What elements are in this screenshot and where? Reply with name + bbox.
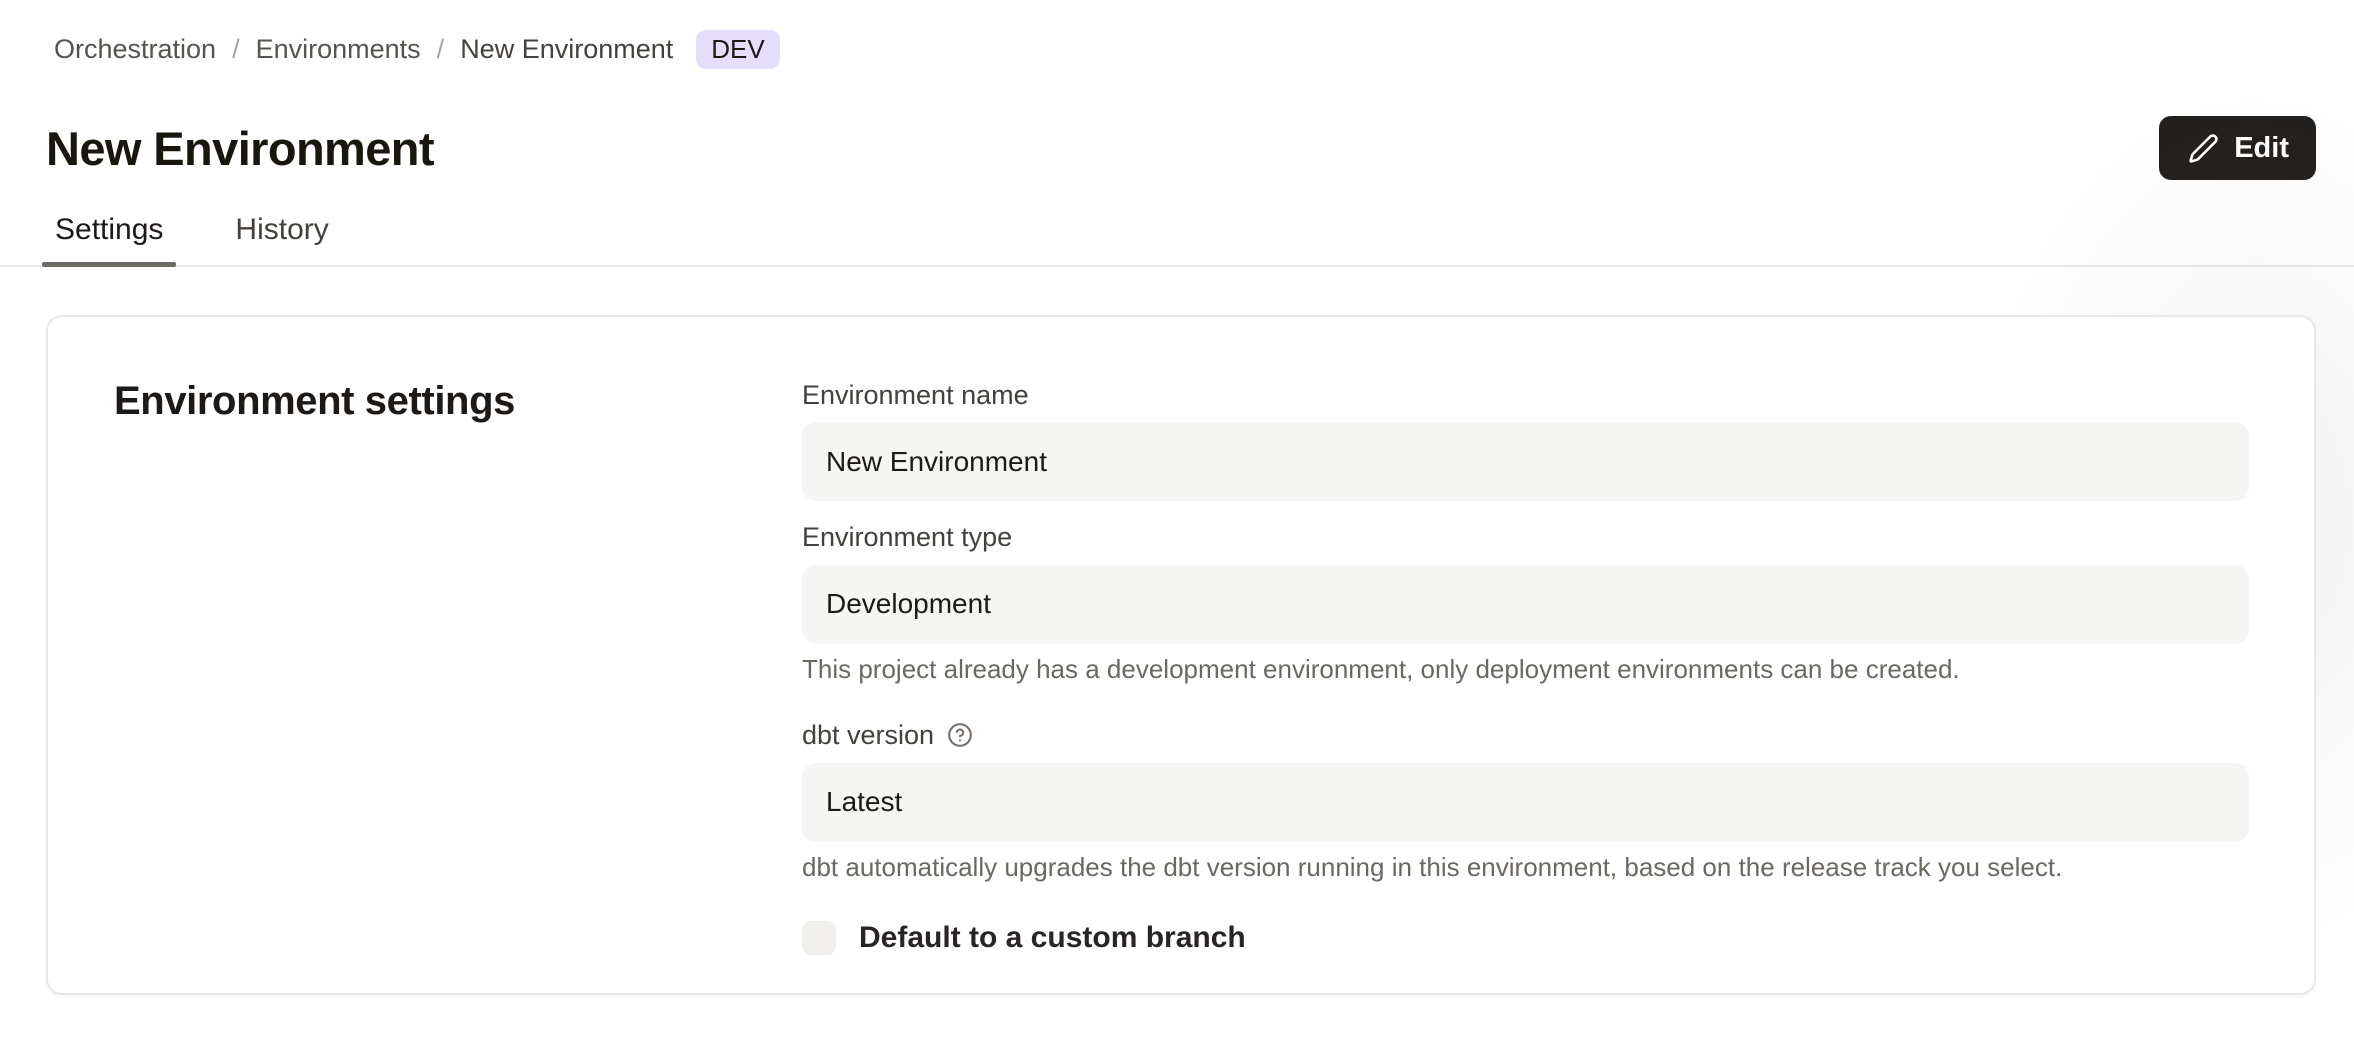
custom-branch-row: Default to a custom branch <box>802 921 2249 955</box>
dev-badge: DEV <box>696 30 779 69</box>
breadcrumb-separator: / <box>437 34 445 65</box>
field-environment-name: Environment name <box>802 379 2249 501</box>
pencil-icon <box>2188 133 2219 164</box>
environment-settings-card: Environment settings Environment name En… <box>46 315 2316 995</box>
dbt-version-helper-text: dbt automatically upgrades the dbt versi… <box>802 851 2249 884</box>
edit-button-label: Edit <box>2234 132 2289 165</box>
dbt-version-input[interactable] <box>802 763 2249 842</box>
environment-type-label: Environment type <box>802 521 2249 553</box>
dbt-version-label-text: dbt version <box>802 719 934 751</box>
edit-button[interactable]: Edit <box>2159 116 2316 180</box>
breadcrumb-separator: / <box>232 34 240 65</box>
breadcrumb-orchestration[interactable]: Orchestration <box>54 34 216 65</box>
page-title: New Environment <box>46 121 434 176</box>
custom-branch-label: Default to a custom branch <box>859 921 1246 955</box>
breadcrumb-environments[interactable]: Environments <box>256 34 421 65</box>
page-header: New Environment Edit <box>46 115 2316 181</box>
circle-question-icon[interactable] <box>947 722 973 748</box>
breadcrumb: Orchestration / Environments / New Envir… <box>54 30 2354 69</box>
card-left-column: Environment settings <box>114 379 802 993</box>
tab-settings[interactable]: Settings <box>42 205 176 265</box>
environment-type-helper-text: This project already has a development e… <box>802 653 2249 686</box>
field-environment-type: Environment type This project already ha… <box>802 521 2249 685</box>
environment-settings-form: Environment name Environment type This p… <box>802 379 2249 993</box>
section-title: Environment settings <box>114 379 802 424</box>
tab-history[interactable]: History <box>222 205 341 265</box>
environment-type-input[interactable] <box>802 565 2249 644</box>
custom-branch-checkbox[interactable] <box>802 921 836 955</box>
dbt-version-label: dbt version <box>802 719 2249 751</box>
environment-name-label: Environment name <box>802 379 2249 411</box>
environment-name-input[interactable] <box>802 422 2249 501</box>
field-dbt-version: dbt version dbt automatically upgrades t… <box>802 719 2249 883</box>
breadcrumb-current[interactable]: New Environment <box>460 34 673 65</box>
tab-bar: Settings History <box>0 205 2354 267</box>
